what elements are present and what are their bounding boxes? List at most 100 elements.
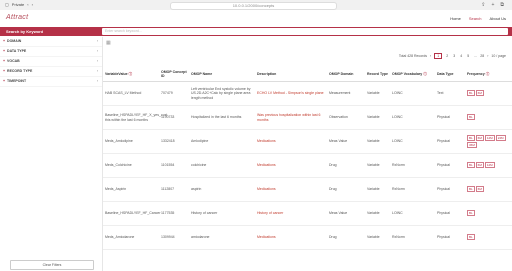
page-3[interactable]: 3 [452,54,456,58]
cell-omop-name: colchicine [189,153,255,178]
cell-data-type: Physical [435,225,465,250]
filter-record-type[interactable]: + RECORD TYPE › [0,67,102,77]
cell-omop-name: History of cancer [189,201,255,226]
cell-frequency: BL [465,201,512,226]
cell-description[interactable]: Was previous hospitalization within last… [255,105,327,130]
cell-variable: Meds_Amiodarone [103,225,159,250]
cell-variable: Baseline_HSPADLYEF_HF_X_yes_cost this wi… [103,105,167,130]
cell-data-type: Physical [435,105,465,130]
table-row[interactable]: Meds_Amiodarone 1309944 amiodarone Medicati… [103,225,512,250]
pagination: Total 428 Records ‹ 1 2 3 4 5 ... 28 › 1… [399,53,506,59]
col-record-type[interactable]: Record Type [365,67,390,82]
cell-omop-name: Hospitalized in the last 6 months [189,105,255,130]
cell-description[interactable]: Medications [255,177,327,202]
cell-description[interactable]: Medications [255,153,327,178]
frequency-badge[interactable]: BL [467,114,475,120]
cell-description[interactable]: ECHO LV Method - Simpson's single plane [255,81,327,106]
results-panel: ▦ Total 428 Records ‹ 1 2 3 4 5 ... 28 ›… [103,37,512,271]
cell-data-type: Text [435,81,465,106]
nav-home[interactable]: Home [450,16,461,21]
col-omop-name[interactable]: OMOP Name [189,67,255,82]
cell-description[interactable]: Medications [255,225,327,250]
table-row[interactable]: Meds_Colchicine 1101554 colchicine Medicati… [103,153,512,178]
info-icon[interactable]: ⓘ [486,72,490,76]
cell-vocabulary: LOINC [390,105,435,130]
frequency-badge[interactable]: 6M [475,162,484,168]
cell-vocabulary: RxNorm [390,153,435,178]
info-icon[interactable]: ⓘ [129,72,133,76]
col-vocabulary[interactable]: OMOP Vocabulary ⓘ [390,67,435,82]
table-row[interactable]: Meds_Aspirin 1112807 aspirin Medications Dru… [103,177,512,202]
add-tab-icon[interactable]: + [492,2,495,8]
frequency-badge[interactable]: 24M [495,134,506,141]
filter-domain[interactable]: + DOMAIN › [0,37,102,47]
nav-search[interactable]: Search [469,16,482,21]
search-label: Search by Keyword [6,29,44,34]
nav-about[interactable]: About Us [490,16,506,21]
table-row[interactable]: HAB SCAS_LV Method 707479 Left ventricular… [103,81,512,106]
col-description[interactable]: Description [255,67,327,82]
cell-vocabulary: LOINC [390,201,435,226]
cell-omop-name: aspirin [189,177,255,202]
frequency-badge[interactable]: BL [467,90,475,96]
frequency-badge[interactable]: 6M [475,90,484,96]
chevron-right-icon[interactable]: › [32,2,33,8]
cell-description[interactable]: Medications [255,129,327,154]
cell-concept-id: 1177535 [159,201,189,226]
logo: Attract [6,14,29,21]
frequency-badge[interactable]: BL [467,234,475,240]
search-input[interactable]: Enter search keyword... [102,28,508,35]
frequency-badge[interactable]: BL [467,162,475,168]
frequency-badge[interactable]: BL [467,210,475,216]
clear-filters-button[interactable]: Clear Filters [10,260,94,270]
filter-data-type[interactable]: + DATA TYPE › [0,47,102,57]
frequency-badge[interactable]: 12M [484,134,495,141]
chevron-right-icon: › [96,59,98,63]
chevron-left-icon[interactable]: ‹ [430,54,431,58]
browser-tab[interactable]: ▢ Private ‹ › [5,2,33,8]
table-row[interactable]: Meds_Amlodipine 1332418 Amlodipine Medicati… [103,129,512,154]
chevron-left-icon[interactable]: ‹ [27,2,28,8]
page-ellipsis[interactable]: ... [473,54,477,58]
tabs-icon[interactable]: ⧉ [500,2,504,8]
page-4[interactable]: 4 [459,54,463,58]
col-variable[interactable]: VariableValue ⓘ [103,67,159,82]
frequency-badge[interactable]: BL [467,134,475,141]
cell-concept-id: 1309944 [159,225,189,250]
cell-data-type: Physical [435,177,465,202]
table-row[interactable]: Baseline_HSPADLYEF_HF_Cancer 1177535 Histo… [103,201,512,226]
page-last[interactable]: 28 [480,54,484,58]
cell-description[interactable]: History of cancer [255,201,327,226]
col-omop-domain[interactable]: OMOP Domain [327,67,365,82]
chevron-right-icon: › [96,49,98,53]
cell-variable: Meds_Amlodipine [103,129,159,154]
chevron-right-icon: › [96,39,98,43]
info-icon[interactable]: ⓘ [423,72,427,76]
col-data-type[interactable]: Data Type [435,67,465,82]
cell-concept-id: 1101554 [159,153,189,178]
chevron-right-icon[interactable]: › [487,54,488,58]
col-concept-id[interactable]: OMOP Concept ID [159,67,189,82]
cell-variable: Meds_Colchicine [103,153,159,178]
frequency-badge[interactable]: 36M [467,141,477,148]
filter-sidebar: + DOMAIN › + DATA TYPE › + VOCAB › + RECORD TYP… [0,37,103,271]
per-page-select[interactable]: 10 / page [491,54,506,58]
page-5[interactable]: 5 [466,54,470,58]
frequency-badge[interactable]: 12M [484,162,495,168]
col-frequency[interactable]: Frequency ⓘ [465,67,512,82]
cell-concept-id: 707479 [159,81,189,106]
chevron-right-icon: › [96,79,98,83]
page-2[interactable]: 2 [445,54,449,58]
table-row[interactable]: Baseline_HSPADLYEF_HF_X_yes_cost this wi… [103,105,512,130]
page-1[interactable]: 1 [434,53,443,59]
cell-omop-name: Amlodipine [189,129,255,154]
frequency-badge[interactable]: 6M [475,186,484,192]
frequency-badge[interactable]: BL [467,186,475,192]
filter-vocab[interactable]: + VOCAB › [0,57,102,67]
search-bar: Search by Keyword Enter search keyword..… [0,27,512,36]
address-bar[interactable]: 10.0.0.1/2000/concepts [170,2,337,10]
grid-icon[interactable]: ▦ [106,40,111,46]
share-icon[interactable]: ⇪ [481,2,485,8]
filter-timepoint[interactable]: + TIMEPOINT › [0,77,102,87]
frequency-badge[interactable]: 6M [475,134,484,141]
